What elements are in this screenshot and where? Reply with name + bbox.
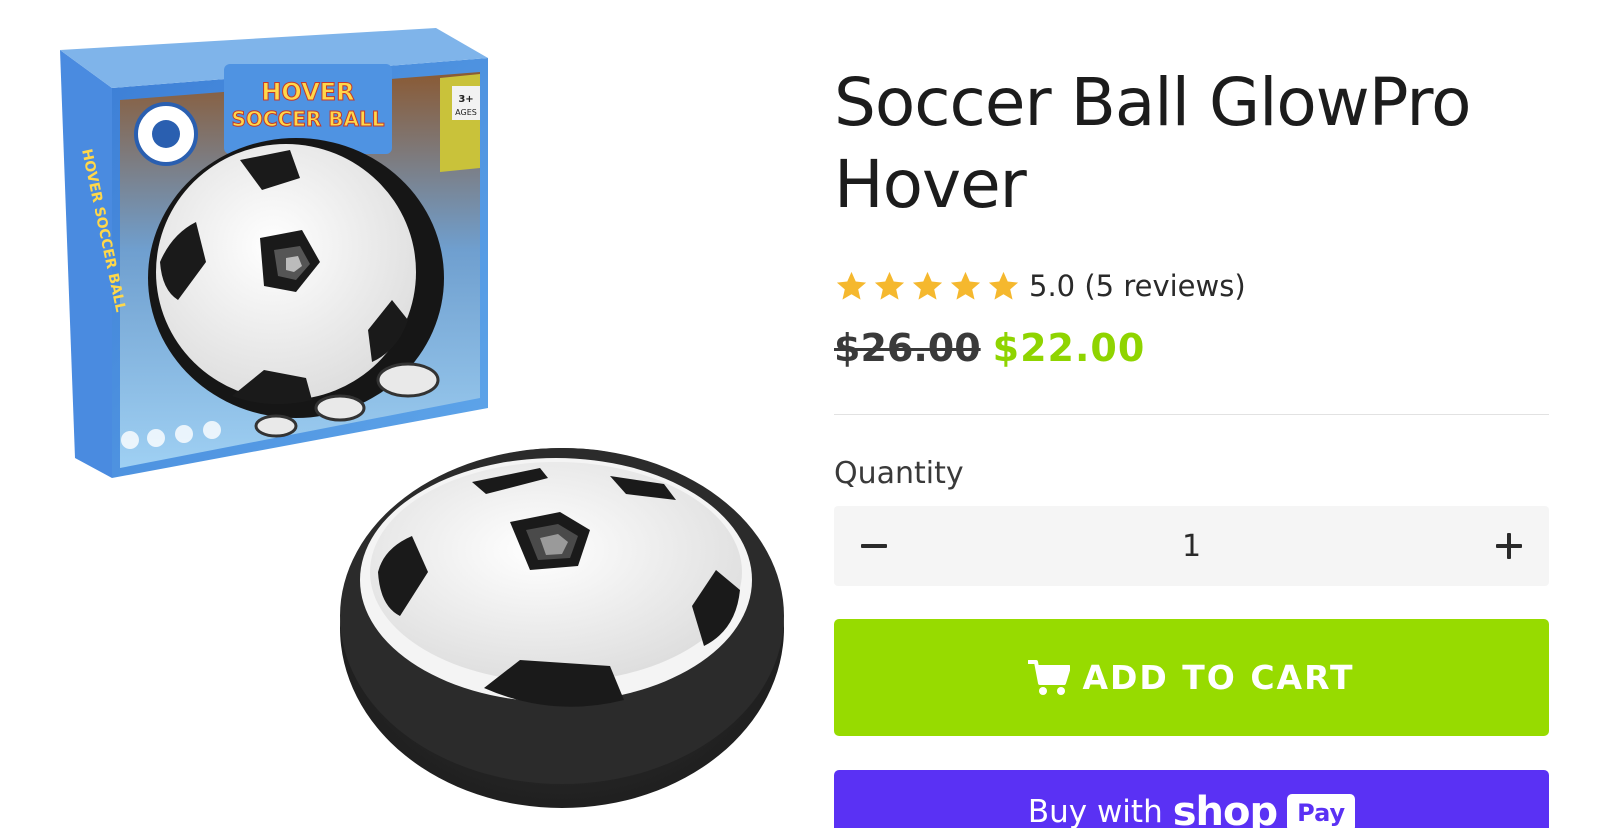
compare-at-price: $26.00	[834, 326, 981, 370]
add-to-cart-label: ADD TO CART	[1082, 658, 1355, 697]
shop-pay-button[interactable]: Buy with shop Pay	[834, 770, 1549, 828]
rating-text[interactable]: 5.0 (5 reviews)	[1029, 269, 1246, 303]
svg-text:SOCCER BALL: SOCCER BALL	[232, 107, 385, 131]
rating-stars	[834, 269, 1021, 304]
minus-icon	[861, 544, 887, 548]
add-to-cart-button[interactable]: ADD TO CART	[834, 619, 1549, 736]
product-rating[interactable]: 5.0 (5 reviews)	[834, 264, 1246, 308]
price-row: $26.00 $22.00	[834, 326, 1145, 370]
pay-badge: Pay	[1287, 794, 1356, 828]
quantity-label: Quantity	[834, 456, 964, 491]
cart-icon	[1028, 659, 1071, 695]
shop-pay-prefix: Buy with	[1027, 794, 1163, 828]
decrease-quantity-button[interactable]	[834, 506, 914, 586]
product-image[interactable]: HOVER SOCCER BALL 3+ AGES HOVER SOCCER B…	[0, 0, 800, 828]
shop-logo: shop	[1172, 789, 1278, 828]
quantity-input[interactable]	[914, 528, 1469, 564]
svg-text:AGES: AGES	[455, 108, 477, 117]
product-info: Soccer Ball GlowPro Hover 5.0 (5 reviews…	[834, 0, 1549, 828]
star-icon	[988, 271, 1019, 300]
svg-text:3+: 3+	[458, 94, 473, 105]
quantity-stepper	[834, 506, 1549, 586]
divider	[834, 414, 1549, 415]
star-icon	[874, 271, 905, 300]
hover-disc	[340, 448, 784, 808]
plus-icon	[1496, 533, 1522, 559]
increase-quantity-button[interactable]	[1469, 506, 1549, 586]
product-title: Soccer Ball GlowPro Hover	[834, 64, 1472, 223]
star-icon	[836, 271, 867, 300]
sale-price: $22.00	[992, 326, 1146, 370]
svg-text:HOVER: HOVER	[261, 78, 354, 106]
product-photo: HOVER SOCCER BALL 3+ AGES HOVER SOCCER B…	[60, 28, 784, 808]
star-icon	[950, 271, 981, 300]
retail-box: HOVER SOCCER BALL 3+ AGES HOVER SOCCER B…	[60, 28, 488, 478]
star-icon	[912, 271, 943, 300]
